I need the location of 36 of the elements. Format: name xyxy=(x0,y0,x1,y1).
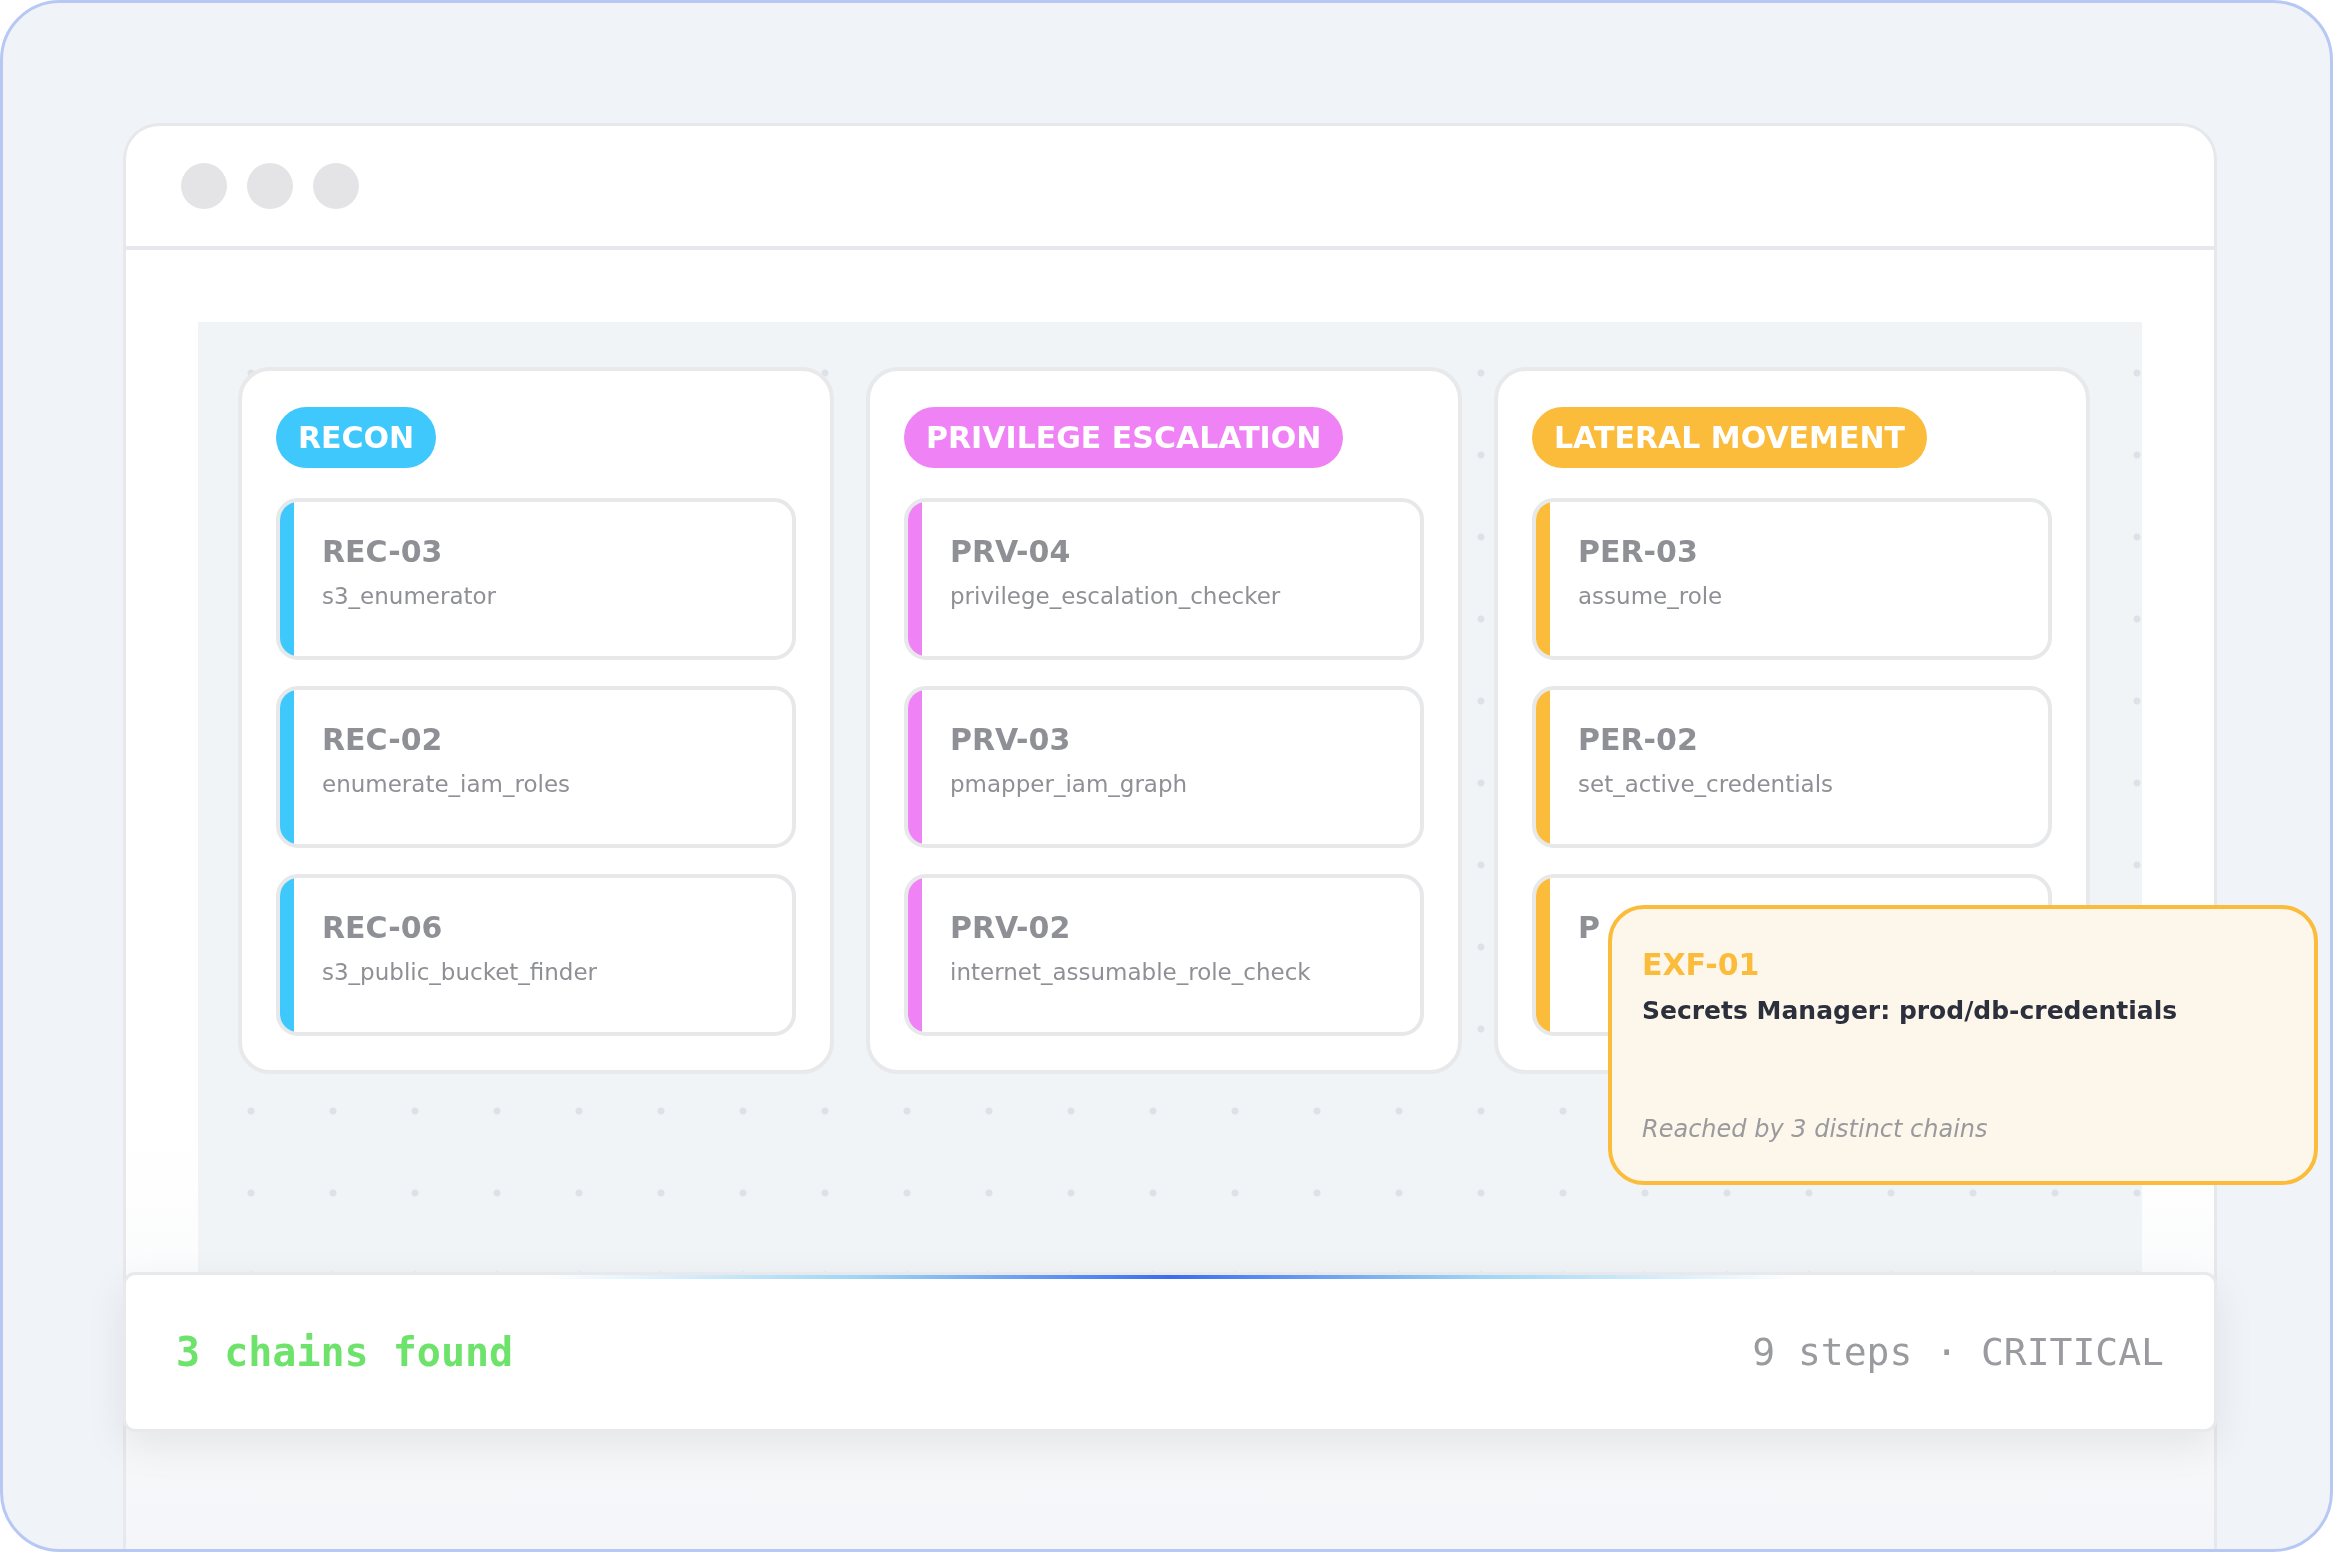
step-id: PER-03 xyxy=(1578,534,1699,569)
step-name: internet_assumable_role_check xyxy=(950,959,1311,985)
step-name: s3_public_bucket_finder xyxy=(322,959,598,985)
step-id: PRV-02 xyxy=(950,910,1072,945)
step-id: PER-02 xyxy=(1578,722,1699,757)
step-id: PRV-04 xyxy=(950,534,1072,569)
step-name: assume_role xyxy=(1578,583,1723,609)
step-id: REC-03 xyxy=(322,534,444,569)
window-control-icon[interactable] xyxy=(181,163,227,209)
step-name: privilege_escalation_checker xyxy=(950,583,1281,609)
step-id: PRV-03 xyxy=(950,722,1072,757)
step-name: s3_enumerator xyxy=(322,583,497,609)
step-card[interactable]: REC-02 enumerate_iam_roles xyxy=(276,686,796,848)
node-id: EXF-01 xyxy=(1642,947,1761,982)
step-id: REC-06 xyxy=(322,910,444,945)
window-control-icon[interactable] xyxy=(247,163,293,209)
step-id: REC-02 xyxy=(322,722,444,757)
step-card[interactable]: PER-03 assume_role xyxy=(1532,498,2052,660)
step-card[interactable]: REC-06 s3_public_bucket_finder xyxy=(276,874,796,1036)
step-card[interactable]: PRV-03 pmapper_iam_graph xyxy=(904,686,1424,848)
node-note: Reached by 3 distinct chains xyxy=(1642,1115,1989,1143)
step-name: pmapper_iam_graph xyxy=(950,771,1188,797)
stage-label: PRIVILEGE ESCALATION xyxy=(904,407,1344,468)
step-name: enumerate_iam_roles xyxy=(322,771,570,797)
step-card[interactable]: PER-02 set_active_credentials xyxy=(1532,686,2052,848)
stage-label: RECON xyxy=(276,407,437,468)
step-card[interactable]: PRV-02 internet_assumable_role_check xyxy=(904,874,1424,1036)
step-card[interactable]: REC-03 s3_enumerator xyxy=(276,498,796,660)
chain-detail: 9 steps · CRITICAL xyxy=(1752,1330,2164,1374)
step-card[interactable]: PRV-04 privilege_escalation_checker xyxy=(904,498,1424,660)
stage-label: LATERAL MOVEMENT xyxy=(1532,407,1928,468)
chain-summary: 3 chains found xyxy=(176,1329,514,1375)
window-control-icon[interactable] xyxy=(313,163,359,209)
step-id: P xyxy=(1578,910,1600,945)
node-title: Secrets Manager: prod/db-credentials xyxy=(1642,996,2179,1025)
step-name: set_active_credentials xyxy=(1578,771,1833,797)
